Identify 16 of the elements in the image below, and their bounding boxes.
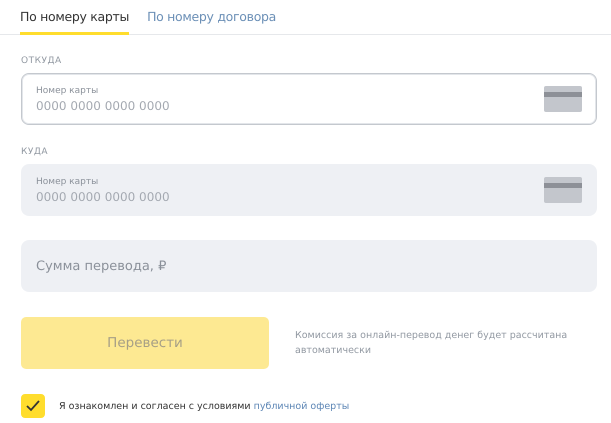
- card-number-field[interactable]: Номер карты 0000 0000 0000 0000: [21, 164, 597, 216]
- check-icon: [25, 399, 41, 413]
- section-label: ОТКУДА: [21, 56, 63, 66]
- commission-note: Комиссия за онлайн-перевод денег будет рассчитана автоматически: [295, 328, 568, 358]
- agreement-checkbox[interactable]: [21, 394, 45, 418]
- card-number-field[interactable]: Номер карты 0000 0000 0000 0000: [21, 73, 597, 125]
- amount-field[interactable]: Сумма перевода, ₽: [21, 240, 597, 292]
- card-icon: [544, 177, 582, 203]
- agreement-text: Я ознакомлен и согласен с условиями публичной оферты: [59, 400, 350, 412]
- tab[interactable]: По номеру карты: [20, 0, 130, 35]
- offer-link[interactable]: публичной оферты: [254, 400, 350, 412]
- section-label: КУДА: [21, 147, 50, 157]
- tab[interactable]: По номеру договора: [147, 0, 276, 35]
- card-icon: [544, 86, 582, 112]
- card-number-input[interactable]: 0000 0000 0000 0000: [36, 190, 236, 204]
- card-number-input[interactable]: 0000 0000 0000 0000: [36, 98, 236, 112]
